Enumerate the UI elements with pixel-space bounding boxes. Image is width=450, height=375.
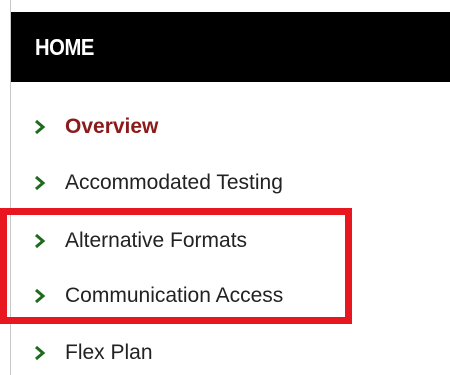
chevron-right-icon <box>33 234 47 248</box>
chevron-right-icon <box>33 176 47 190</box>
sidebar-nav: HOME Overview Accommodated Testing Alter… <box>10 0 450 375</box>
nav-item-communication-access[interactable]: Communication Access <box>11 279 411 313</box>
nav-item-label: Alternative Formats <box>65 229 248 252</box>
nav-item-label: Accommodated Testing <box>65 171 283 194</box>
nav-item-label: Overview <box>65 115 159 138</box>
chevron-right-icon <box>33 346 47 360</box>
nav-header-title: HOME <box>35 33 94 60</box>
nav-item-flex-plan[interactable]: Flex Plan <box>11 336 411 370</box>
chevron-right-icon <box>33 120 47 134</box>
chevron-right-icon <box>33 289 47 303</box>
nav-header: HOME <box>11 12 450 82</box>
nav-item-accommodated-testing[interactable]: Accommodated Testing <box>11 166 411 200</box>
nav-item-overview[interactable]: Overview <box>11 110 411 144</box>
nav-item-label: Flex Plan <box>65 341 153 364</box>
nav-item-label: Communication Access <box>65 284 284 307</box>
nav-item-alternative-formats[interactable]: Alternative Formats <box>11 224 411 258</box>
